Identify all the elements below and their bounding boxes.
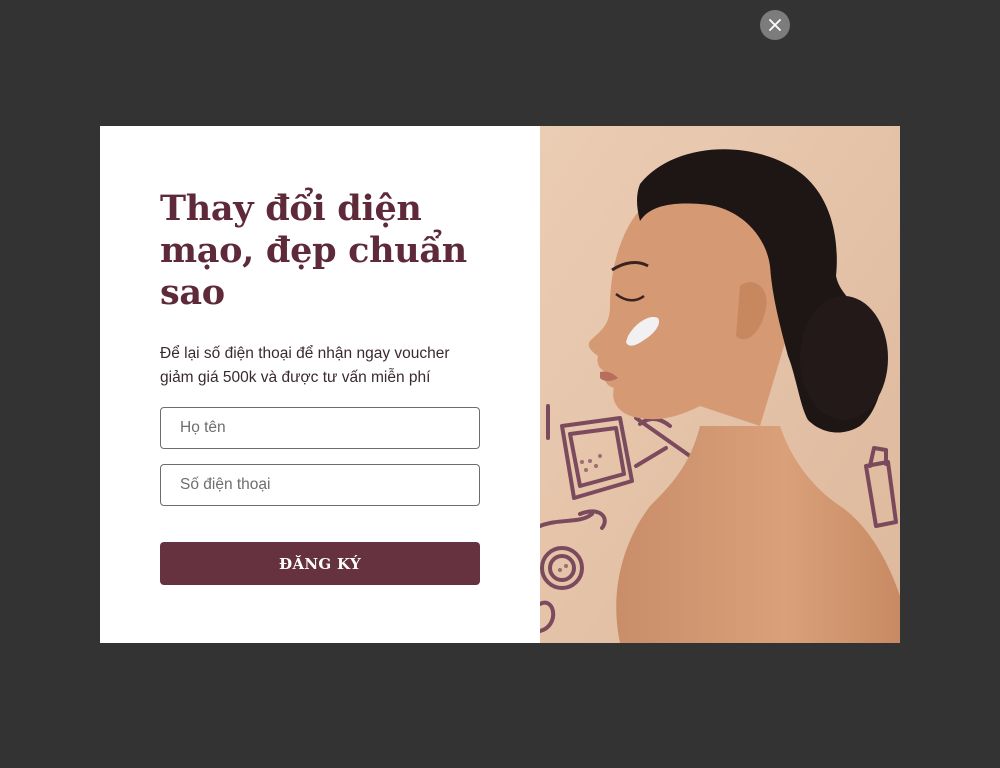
close-button[interactable] [760, 10, 790, 40]
signup-form-panel: Thay đổi diện mạo, đẹp chuẩn sao Để lại … [100, 126, 540, 643]
popup-title: Thay đổi diện mạo, đẹp chuẩn sao [160, 188, 467, 313]
name-input[interactable] [160, 407, 480, 449]
close-icon [769, 19, 781, 31]
register-button[interactable]: ĐĂNG KÝ [160, 542, 480, 585]
hero-image [540, 126, 900, 643]
signup-popup: Thay đổi diện mạo, đẹp chuẩn sao Để lại … [100, 126, 900, 643]
popup-subtitle: Để lại số điện thoại để nhận ngay vouche… [160, 345, 450, 386]
phone-input[interactable] [160, 464, 480, 506]
woman-cosmetics-illustration [540, 126, 900, 643]
